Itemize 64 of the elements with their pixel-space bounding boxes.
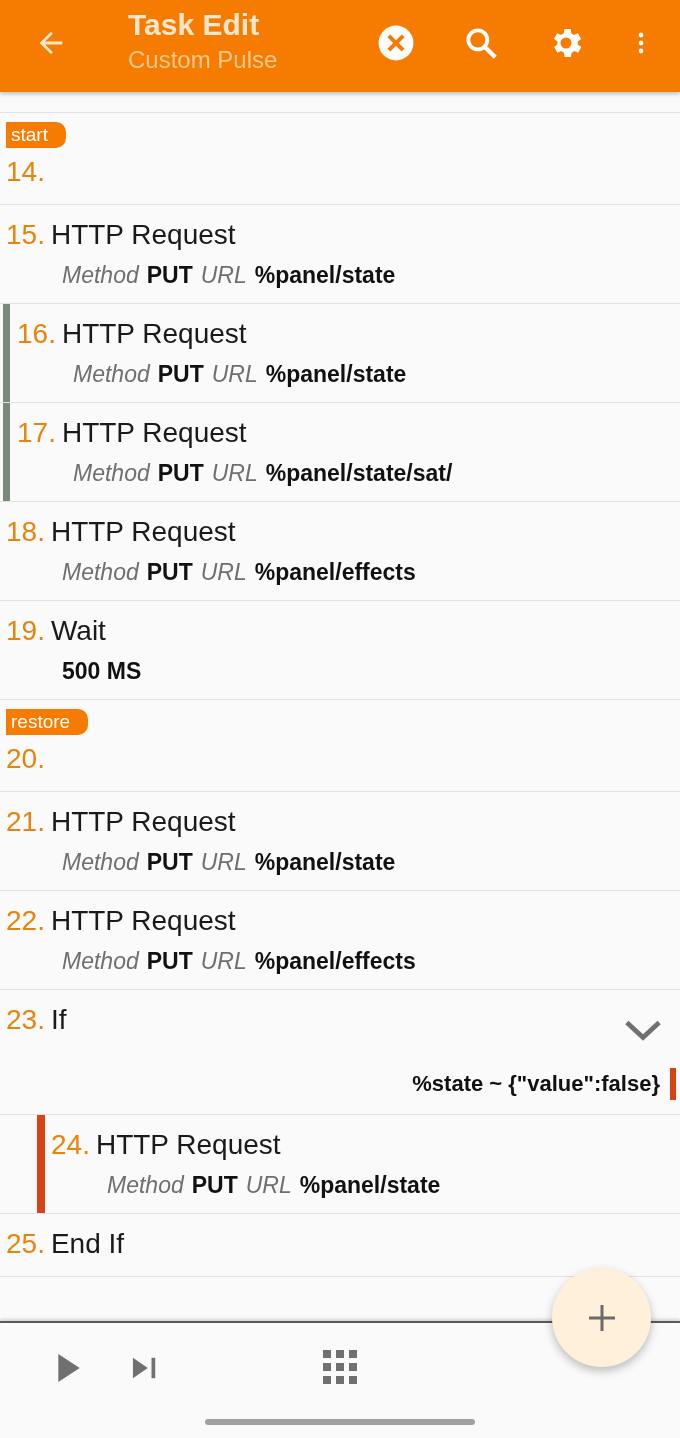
param-label: Method — [62, 947, 139, 975]
action-name: HTTP Request — [50, 806, 236, 838]
action-number: 19. — [6, 615, 45, 647]
action-number: 23. — [6, 1004, 45, 1036]
action-number: 15. — [6, 219, 45, 251]
param-label: URL — [211, 459, 258, 487]
action-number: 14. — [6, 156, 45, 188]
action-name: HTTP Request — [50, 219, 236, 251]
action-row[interactable]: 24. HTTP Request Method PUT URL %panel/state — [0, 1115, 680, 1214]
screen-subtitle: Custom Pulse — [128, 45, 278, 75]
param-label: URL — [200, 558, 247, 586]
param-label: Method — [73, 459, 150, 487]
param-value: PUT — [191, 1171, 238, 1199]
param-value: PUT — [146, 848, 193, 876]
label-badge: start — [6, 122, 66, 148]
param-label: Method — [62, 558, 139, 586]
param-label: URL — [211, 360, 258, 388]
action-name: HTTP Request — [61, 318, 247, 350]
chevron-down-icon[interactable] — [624, 1018, 662, 1042]
param-value: %panel/state — [299, 1171, 441, 1199]
param-label: URL — [200, 261, 247, 289]
param-value: 500 MS — [62, 657, 142, 685]
action-number: 17. — [17, 417, 56, 449]
action-name: HTTP Request — [61, 417, 247, 449]
action-number: 21. — [6, 806, 45, 838]
param-value: %panel/state/sat/ — [265, 459, 453, 487]
action-number: 18. — [6, 516, 45, 548]
action-name: Wait — [50, 615, 106, 647]
plus-icon — [587, 1303, 616, 1332]
action-name: End If — [50, 1228, 125, 1260]
action-name: HTTP Request — [95, 1129, 281, 1161]
action-name: If — [50, 1004, 67, 1036]
param-label: URL — [200, 848, 247, 876]
label-badge: restore — [6, 709, 89, 735]
param-label: URL — [245, 1171, 292, 1199]
param-label: Method — [62, 848, 139, 876]
param-label: Method — [107, 1171, 184, 1199]
param-value: %panel/effects — [254, 947, 416, 975]
param-value: %panel/state — [265, 360, 407, 388]
param-value: PUT — [146, 558, 193, 586]
param-label: Method — [73, 360, 150, 388]
action-number: 24. — [51, 1129, 90, 1161]
action-number: 25. — [6, 1228, 45, 1260]
param-value: PUT — [146, 947, 193, 975]
grid-icon[interactable] — [323, 1350, 357, 1384]
condition-text: %state ~ {"value":false} — [412, 1071, 660, 1097]
param-value: PUT — [146, 261, 193, 289]
action-number: 16. — [17, 318, 56, 350]
param-value: %panel/effects — [254, 558, 416, 586]
action-name: HTTP Request — [50, 516, 236, 548]
action-name: HTTP Request — [50, 905, 236, 937]
param-value: PUT — [157, 459, 204, 487]
action-row[interactable]: 16. HTTP Request Method PUT URL %panel/state — [0, 304, 680, 403]
action-number: 22. — [6, 905, 45, 937]
param-label: Method — [62, 261, 139, 289]
screen-title: Task Edit — [128, 7, 261, 43]
close-icon[interactable] — [377, 24, 415, 62]
action-row[interactable]: 17. HTTP Request Method PUT URL %panel/state/sat/ — [0, 403, 680, 502]
play-icon[interactable] — [56, 1353, 82, 1383]
param-value: PUT — [157, 360, 204, 388]
action-number: 20. — [6, 743, 45, 775]
param-label: URL — [200, 947, 247, 975]
param-value: %panel/state — [254, 261, 396, 289]
param-value: %panel/state — [254, 848, 396, 876]
